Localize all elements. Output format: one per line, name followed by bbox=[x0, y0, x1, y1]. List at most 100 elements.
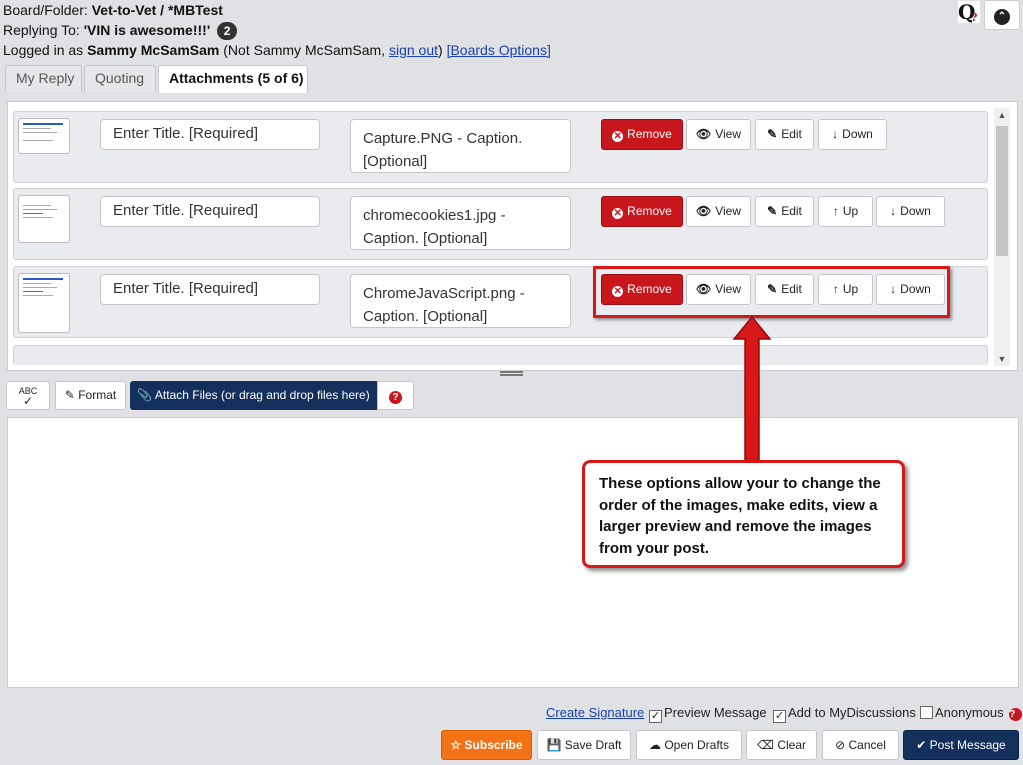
attachment-caption-input[interactable]: chromecookies1.jpg - Caption. [Optional] bbox=[350, 196, 571, 250]
edit-button[interactable]: ✎ Edit bbox=[755, 119, 814, 150]
remove-button[interactable]: ✕ Remove bbox=[601, 119, 683, 150]
remove-button[interactable]: ✕ Remove bbox=[601, 196, 683, 227]
arrow-down-icon: ↓ bbox=[832, 127, 839, 141]
edit-button[interactable]: ✎ Edit bbox=[755, 196, 814, 227]
star-icon: ☆ bbox=[450, 738, 462, 752]
board-label: Board/Folder: bbox=[3, 2, 88, 18]
boards-options-link[interactable]: [Boards Options] bbox=[447, 42, 551, 58]
mydiscussions-checkbox[interactable]: ✓ bbox=[773, 710, 786, 723]
help-icon[interactable]: ? bbox=[1009, 708, 1023, 721]
open-drafts-button[interactable]: ☁ Open Drafts bbox=[636, 730, 742, 760]
cancel-label: Cancel bbox=[848, 738, 886, 752]
view-button[interactable]: 👁 View bbox=[686, 196, 751, 227]
resize-grip[interactable] bbox=[500, 371, 523, 376]
remove-icon: ✕ bbox=[612, 131, 624, 142]
clear-button[interactable]: ⌫ Clear bbox=[746, 730, 817, 760]
mydiscussions-label: Add to MyDiscussions bbox=[788, 705, 916, 720]
highlight-box bbox=[593, 266, 950, 318]
attachment-thumbnail[interactable] bbox=[18, 273, 70, 333]
attachment-caption-input[interactable]: ChromeJavaScript.png - Caption. [Optiona… bbox=[350, 274, 571, 328]
subscribe-button[interactable]: ☆ Subscribe bbox=[441, 730, 532, 760]
create-signature-option[interactable]: Create Signature bbox=[531, 705, 644, 720]
remove-label: Remove bbox=[627, 204, 672, 218]
attach-files-label: Attach Files (or drag and drop files her… bbox=[154, 388, 370, 402]
attachment-row-partial bbox=[13, 345, 988, 365]
eye-icon: 👁 bbox=[695, 127, 712, 141]
attachment-title-input[interactable]: Enter Title. [Required] bbox=[100, 274, 320, 305]
open-drafts-label: Open Drafts bbox=[664, 738, 730, 752]
add-to-mydiscussions-option[interactable]: ✓ Add to MyDiscussions bbox=[773, 705, 916, 723]
view-button[interactable]: 👁 View bbox=[686, 119, 751, 150]
reply-count-badge[interactable]: 2 bbox=[217, 22, 238, 40]
quick-help-icon[interactable]: Q? bbox=[958, 1, 980, 24]
caption-line: [Optional] bbox=[363, 153, 428, 170]
attachment-thumbnail[interactable] bbox=[18, 195, 70, 243]
floppy-icon: 💾 bbox=[546, 738, 562, 752]
caption-line: Caption. [Optional] bbox=[363, 308, 488, 325]
attach-help-button[interactable]: ? bbox=[377, 381, 414, 410]
caption-line: Capture.PNG - Caption. bbox=[363, 130, 523, 147]
logged-label: Logged in as bbox=[3, 42, 84, 58]
cancel-icon: ⊘ bbox=[835, 738, 846, 752]
down-button[interactable]: ↓ Down bbox=[818, 119, 887, 150]
save-draft-label: Save Draft bbox=[564, 738, 622, 752]
pencil-icon: ✎ bbox=[64, 388, 75, 402]
view-label: View bbox=[715, 204, 742, 218]
attachment-caption-input[interactable]: Capture.PNG - Caption. [Optional] bbox=[350, 119, 571, 173]
cloud-download-icon: ☁ bbox=[648, 738, 661, 752]
sign-out-link[interactable]: sign out bbox=[389, 42, 438, 58]
save-draft-button[interactable]: 💾 Save Draft bbox=[537, 730, 631, 760]
q-mark: ? bbox=[971, 11, 978, 24]
arrow-down-icon: ↓ bbox=[890, 204, 897, 218]
down-button[interactable]: ↓ Down bbox=[876, 196, 945, 227]
post-message-button[interactable]: ✔ Post Message bbox=[903, 730, 1019, 760]
attachments-scrollbar[interactable]: ▲ ▼ bbox=[994, 108, 1010, 366]
down-label: Down bbox=[842, 127, 873, 141]
anonymous-checkbox[interactable] bbox=[920, 706, 933, 719]
help-icon: ? bbox=[389, 391, 402, 404]
scroll-up-icon[interactable]: ▲ bbox=[994, 110, 1010, 120]
clear-label: Clear bbox=[777, 738, 806, 752]
subscribe-label: Subscribe bbox=[464, 738, 523, 752]
tab-quoting[interactable]: Quoting bbox=[84, 65, 156, 92]
create-signature-link[interactable]: Create Signature bbox=[546, 705, 644, 720]
attachment-row: Enter Title. [Required] chromecookies1.j… bbox=[13, 188, 988, 260]
signature-checkbox[interactable] bbox=[531, 706, 544, 719]
not-user-prefix: (Not Sammy McSamSam, bbox=[223, 42, 386, 58]
chevron-up-icon: ⌃ bbox=[994, 9, 1010, 25]
replying-label: Replying To: bbox=[3, 22, 80, 38]
edit-icon: ✎ bbox=[767, 127, 778, 141]
checkmark-icon: ✓ bbox=[22, 394, 34, 408]
collapse-button[interactable]: ⌃ bbox=[984, 0, 1020, 30]
preview-message-option[interactable]: ✓ Preview Message bbox=[649, 705, 767, 723]
arrow-up-icon: ↑ bbox=[832, 204, 839, 218]
edit-label: Edit bbox=[781, 127, 802, 141]
up-label: Up bbox=[842, 204, 859, 218]
not-user-suffix: ) bbox=[438, 42, 443, 58]
preview-checkbox[interactable]: ✓ bbox=[649, 710, 662, 723]
tab-attachments[interactable]: Attachments (5 of 6) bbox=[158, 65, 308, 93]
format-button[interactable]: ✎ Format bbox=[55, 381, 126, 410]
user-name: Sammy McSamSam bbox=[87, 42, 220, 58]
scroll-down-icon[interactable]: ▼ bbox=[994, 354, 1010, 364]
scrollbar-thumb[interactable] bbox=[996, 126, 1008, 256]
post-message-label: Post Message bbox=[929, 738, 1006, 752]
up-button[interactable]: ↑ Up bbox=[818, 196, 873, 227]
attachment-thumbnail[interactable] bbox=[18, 118, 70, 154]
caption-line: ChromeJavaScript.png - bbox=[363, 285, 525, 302]
spellcheck-button[interactable]: ABC ✓ bbox=[6, 381, 50, 410]
tab-my-reply[interactable]: My Reply bbox=[5, 65, 82, 92]
replying-to-line: Replying To: 'VIN is awesome!!!' 2 bbox=[3, 22, 238, 40]
anonymous-option[interactable]: Anonymous ? bbox=[920, 705, 1023, 721]
annotation-arrow bbox=[732, 315, 772, 462]
attachment-title-input[interactable]: Enter Title. [Required] bbox=[100, 196, 320, 227]
down-label: Down bbox=[900, 204, 931, 218]
remove-icon: ✕ bbox=[612, 208, 624, 219]
caption-line: chromecookies1.jpg - bbox=[363, 207, 506, 224]
board-value: Vet-to-Vet / *MBTest bbox=[91, 2, 223, 18]
attachment-title-input[interactable]: Enter Title. [Required] bbox=[100, 119, 320, 150]
checkmark-icon: ✔ bbox=[916, 738, 927, 752]
attachments-panel: Enter Title. [Required] Capture.PNG - Ca… bbox=[7, 101, 1018, 371]
attach-files-button[interactable]: 📎 Attach Files (or drag and drop files h… bbox=[130, 381, 377, 410]
cancel-button[interactable]: ⊘ Cancel bbox=[822, 730, 899, 760]
